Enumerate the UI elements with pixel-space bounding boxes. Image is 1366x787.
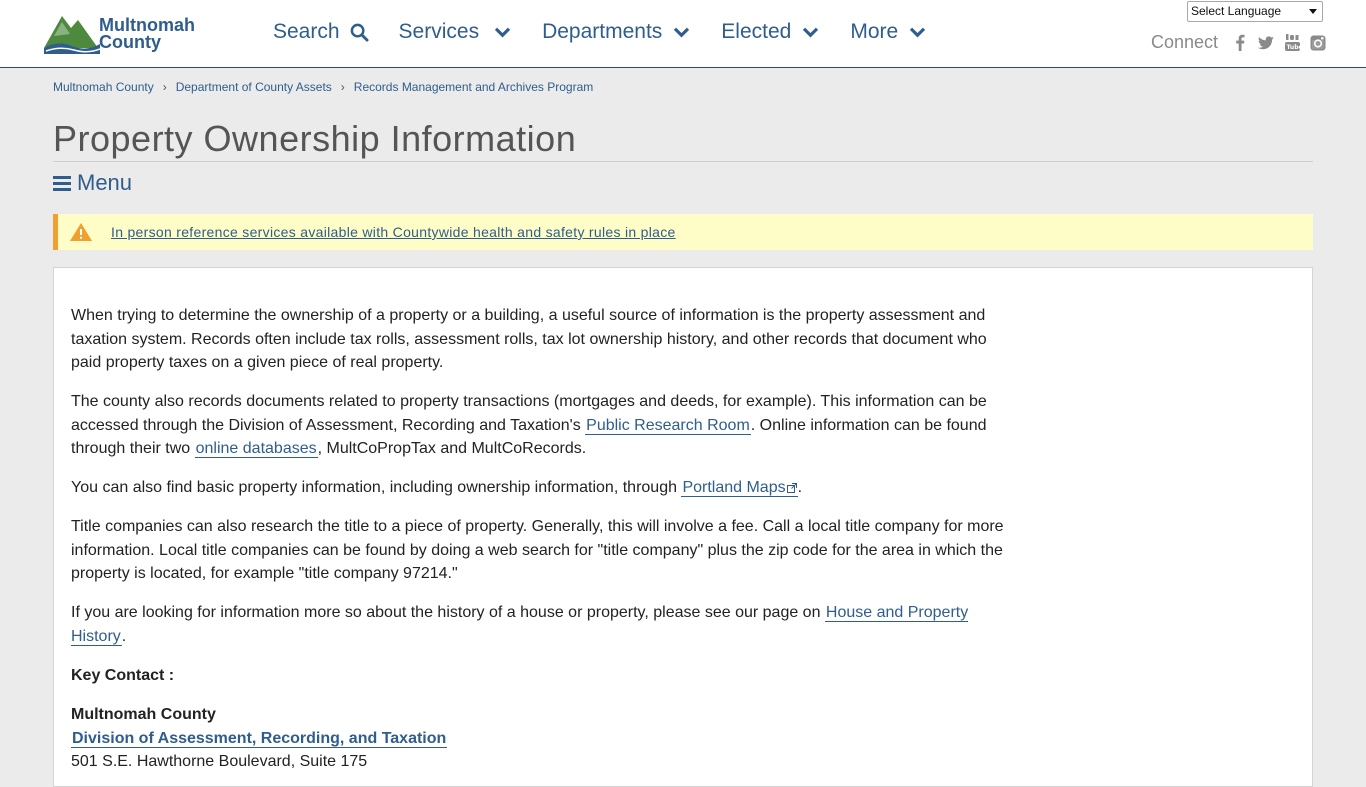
language-select[interactable]: Select Language (1187, 1, 1323, 22)
nav-more[interactable]: More (850, 20, 927, 44)
contact-org: Multnomah County (71, 706, 216, 723)
p5-text-b: . (121, 627, 127, 645)
external-link-icon (786, 483, 797, 493)
content-card: When trying to determine the ownership o… (53, 267, 1313, 787)
caret-down-icon (1309, 9, 1317, 14)
portland-maps-label: Portland Maps (682, 479, 786, 496)
paragraph-portland-maps: You can also find basic property informa… (71, 476, 1011, 500)
p2-text-c: , MultCoPropTax and MultCoRecords. (317, 440, 587, 457)
title-divider (53, 161, 1313, 162)
hamburger-icon (53, 175, 71, 191)
nav-search-label: Search (273, 20, 340, 43)
paragraph-assessment: When trying to determine the ownership o… (71, 307, 987, 371)
contact-block: Division of Assessment, Recording, and T… (71, 727, 1011, 774)
chevron-down-icon (674, 27, 690, 38)
menu-toggle-button[interactable]: Menu (53, 170, 132, 196)
public-research-room-link[interactable]: Public Research Room (585, 416, 751, 435)
nav-departments-label: Departments (542, 20, 663, 43)
p3-text-a: You can also find basic property informa… (71, 479, 682, 496)
search-icon (350, 23, 369, 42)
paragraph-title-companies: Title companies can also research the ti… (71, 518, 1004, 582)
breadcrumb-separator-icon: › (162, 80, 167, 94)
facebook-icon[interactable] (1232, 34, 1248, 51)
language-select-value: Select Language (1191, 4, 1282, 18)
paragraph-house-history: If you are looking for information more … (71, 601, 1011, 648)
nav-services[interactable]: Services (399, 20, 513, 44)
chevron-down-icon (910, 27, 926, 38)
breadcrumb-item-records-management[interactable]: Records Management and Archives Program (354, 80, 593, 94)
breadcrumb-separator-icon: › (340, 80, 345, 94)
svg-text:Tube: Tube (1286, 44, 1300, 51)
nav-elected[interactable]: Elected (721, 20, 820, 44)
key-contact-heading: Key Contact : (71, 666, 175, 684)
connect-label: Connect (1151, 32, 1219, 52)
connect-bar: Connect Tube (1151, 32, 1336, 53)
breadcrumb: Multnomah County › Department of County … (53, 80, 593, 94)
youtube-icon[interactable]: Tube (1284, 34, 1300, 51)
breadcrumb-item-department-of-county-assets[interactable]: Department of County Assets (176, 80, 332, 94)
warning-icon (70, 223, 92, 241)
alert-banner: In person reference services available w… (53, 214, 1313, 250)
contact-address: 501 S.E. Hawthorne Boulevard, Suite 175 (71, 753, 368, 770)
logo-line2: County (99, 32, 161, 52)
main-nav: Search Services Departments Elected More (273, 20, 957, 44)
nav-more-label: More (850, 20, 899, 43)
menu-toggle-label: Menu (77, 170, 133, 195)
paragraph-transactions: The county also records documents relate… (71, 390, 1011, 461)
p5-text-a: If you are looking for information more … (71, 604, 825, 621)
breadcrumb-item-multnomah-county[interactable]: Multnomah County (53, 80, 154, 94)
twitter-icon[interactable] (1258, 35, 1274, 51)
site-logo[interactable]: Multnomah County (44, 8, 204, 56)
nav-departments[interactable]: Departments (542, 20, 691, 44)
site-header: Multnomah County Search Services Departm… (0, 0, 1366, 68)
logo-text: Multnomah County (99, 16, 195, 52)
nav-services-label: Services (398, 20, 480, 43)
chevron-down-icon (803, 27, 819, 38)
online-databases-link[interactable]: online databases (194, 440, 318, 458)
chevron-down-icon (494, 27, 511, 38)
division-assessment-link[interactable]: Division of Assessment, Recording, and T… (71, 729, 448, 748)
content-body: When trying to determine the ownership o… (71, 304, 1011, 774)
instagram-icon[interactable] (1310, 35, 1326, 51)
page-title: Property Ownership Information (53, 118, 577, 159)
p3-text-b: . (797, 479, 803, 496)
alert-link[interactable]: In person reference services available w… (111, 224, 676, 240)
nav-search[interactable]: Search (273, 20, 369, 44)
portland-maps-link[interactable]: Portland Maps (681, 479, 798, 497)
nav-elected-label: Elected (721, 20, 792, 43)
mountain-logo-icon (44, 16, 100, 54)
